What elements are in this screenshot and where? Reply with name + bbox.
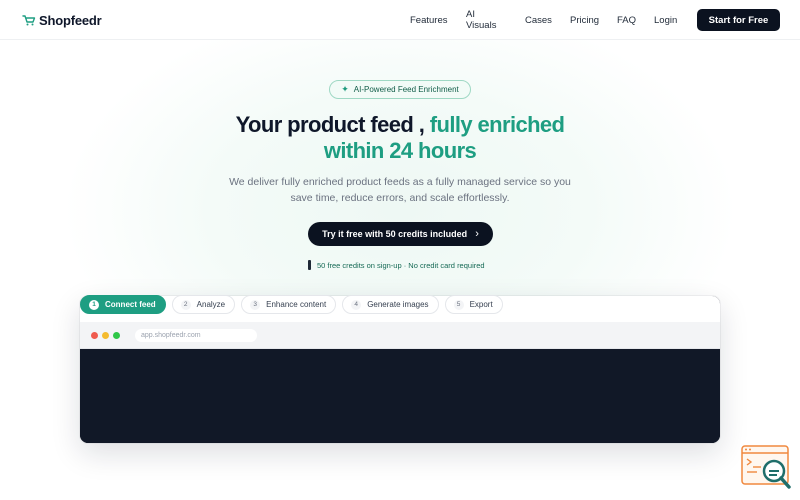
step-enhance-content[interactable]: 3 Enhance content: [241, 295, 337, 314]
signup-note-text: 50 free credits on sign-up · No credit c…: [317, 260, 485, 270]
window-maximize-dot: [113, 332, 120, 339]
hero-title-accent-2: within 24 hours: [323, 138, 477, 163]
step-label: Analyze: [196, 300, 226, 309]
hero-title-accent-1: fully enriched: [429, 112, 565, 137]
step-number: 5: [453, 299, 464, 310]
step-connect-feed[interactable]: 1 Connect feed: [80, 295, 166, 314]
chevron-right-icon: ›: [475, 228, 479, 240]
step-label: Enhance content: [266, 300, 327, 309]
hero-subtitle: We deliver fully enriched product feeds …: [229, 176, 571, 204]
window-close-dot: [91, 332, 98, 339]
start-for-free-button[interactable]: Start for Free: [697, 9, 780, 31]
step-analyze[interactable]: 2 Analyze: [171, 295, 236, 314]
step-number: 1: [89, 299, 99, 310]
try-free-button-label: Try it free with 50 credits included: [322, 229, 468, 239]
try-free-button[interactable]: Try it free with 50 credits included ›: [308, 222, 493, 246]
step-number: 4: [351, 299, 362, 310]
site-header: Shopfeedr Features AI Visuals Cases Pric…: [0, 0, 800, 40]
note-marker: [308, 260, 311, 270]
logo-text: Shopfeedr: [39, 12, 102, 28]
step-export[interactable]: 5 Export: [444, 295, 503, 314]
app-preview-window: app.shopfeedr.com: [80, 296, 720, 443]
app-preview-body: [80, 349, 720, 443]
hero-title-dark: Your product feed ,: [235, 112, 425, 137]
step-number: 2: [180, 299, 191, 310]
step-label: Generate images: [367, 300, 429, 309]
hero-title: Your product feed , fully enriched withi…: [150, 112, 650, 164]
workflow-steps: 1 Connect feed 2 Analyze 3 Enhance conte…: [80, 295, 509, 314]
window-minimize-dot: [102, 332, 109, 339]
nav-link-pricing[interactable]: Pricing: [570, 15, 599, 26]
browser-chrome: app.shopfeedr.com: [80, 322, 720, 349]
nav-link-cases[interactable]: Cases: [525, 15, 552, 26]
badge-text: AI-Powered Feed Enrichment: [353, 85, 459, 94]
signup-note: 50 free credits on sign-up · No credit c…: [308, 259, 485, 271]
nav-link-login[interactable]: Login: [654, 15, 677, 26]
feature-badge: ✦ AI-Powered Feed Enrichment: [329, 80, 471, 99]
url-bar: app.shopfeedr.com: [135, 329, 257, 342]
sparkle-icon: ✦: [341, 84, 349, 94]
step-generate-images[interactable]: 4 Generate images: [342, 295, 439, 314]
step-label: Export: [469, 300, 493, 309]
nav-link-ai-visuals[interactable]: AI Visuals: [466, 9, 496, 31]
nav-link-features[interactable]: Features: [410, 15, 448, 26]
logo[interactable]: Shopfeedr: [22, 10, 102, 30]
step-number: 3: [250, 299, 261, 310]
search-help-widget-icon[interactable]: [741, 445, 791, 490]
shopfeedr-logo-icon: [22, 15, 36, 26]
nav-link-faq[interactable]: FAQ: [617, 15, 636, 26]
step-label: Connect feed: [105, 300, 156, 309]
